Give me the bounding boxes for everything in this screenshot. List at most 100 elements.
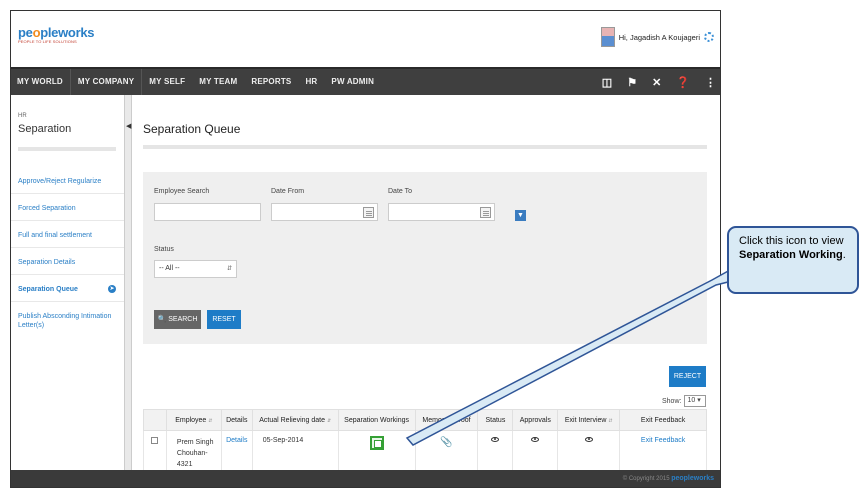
page-size-value: 10 [687,397,696,404]
col-approvals: Approvals [512,409,559,431]
sort-icon: ⇵ [208,417,213,424]
separation-workings-icon[interactable] [369,436,384,450]
sidebar-item-separation-queue[interactable]: Separation Queue [18,285,118,294]
nav-my-self[interactable]: MY SELF [142,69,192,95]
avatar[interactable] [600,27,615,47]
divider [11,301,125,302]
nav-my-world[interactable]: MY WORLD [11,69,70,95]
nav-pw-admin[interactable]: PW ADMIN [324,69,381,95]
nav-hr[interactable]: HR [298,69,324,95]
col-separation-workings: Separation Workings [337,409,416,431]
col-employee[interactable]: Employee ⇵ [165,409,222,431]
copyright-text: © Copyright 2015 [622,476,670,482]
filter-panel: Employee Search Date From Date To ▼ Stat… [143,172,707,344]
sidebar-collapse-handle[interactable]: ◀ [124,95,132,487]
col-status: Status [477,409,514,431]
nav-my-company[interactable]: MY COMPANY [71,69,141,95]
divider [11,274,125,275]
date-to-field[interactable] [388,203,495,221]
callout-text-bold: Separation Working [739,249,843,261]
callout-text-end: . [842,249,846,261]
callout-box: Click this icon to view Separation Worki… [727,226,859,294]
calendar-icon[interactable] [363,207,374,218]
gear-icon[interactable] [704,32,714,42]
top-header: peopleworks PEOPLE TO LIFE SOLUTIONS Hi,… [11,11,720,67]
nav-icons: ◫ ⚑ ✕ ❓ ⋮ [602,69,716,95]
user-area: Hi, Jagadish A Koujageri [600,27,714,47]
nav-reports[interactable]: REPORTS [244,69,298,95]
paperclip-icon[interactable]: 📎 [440,437,452,448]
date-from-label: Date From [271,188,305,195]
callout-text: Click this icon to view [739,235,844,247]
calendar-icon[interactable] [480,207,491,218]
status-select-value: -- All -- [159,265,180,272]
date-from-field[interactable] [271,203,378,221]
col-exit-interview-label: Exit Interview [564,416,607,424]
date-to-label: Date To [388,188,412,195]
page-title: Separation Queue [143,122,241,136]
col-memos-proof: Memos & Proof [414,409,479,431]
approvals-cell [512,430,559,475]
select-arrows-icon: ⇵ [226,266,232,272]
eye-icon[interactable] [531,437,540,442]
status-cell [477,430,514,475]
divider [18,147,116,151]
reject-button[interactable]: REJECT [669,366,706,387]
col-employee-label: Employee [175,416,207,424]
details-link[interactable]: Details [226,437,247,444]
main-content: Separation Queue Employee Search Date Fr… [132,95,720,487]
memos-proof-cell: 📎 [414,430,479,475]
sidebar-item-publish-absconding[interactable]: Publish Absconding Intimation Letter(s) [18,312,118,330]
employee-search-input[interactable] [154,203,261,221]
reset-button[interactable]: RESET [207,310,241,329]
logo-text-b: pleworks [40,25,95,40]
table-header-row: Employee ⇵ Details Actual Relieving date… [143,409,707,431]
footer-brand: peopleworks [671,475,714,482]
flag-icon[interactable]: ⚑ [627,76,637,89]
col-select [143,409,167,431]
search-button-label: SEARCH [168,316,198,323]
col-relieving-date-label: Actual Relieving date [259,416,325,424]
sidebar-item-separation-details[interactable]: Separation Details [18,258,118,267]
row-select-cell [143,430,167,475]
separation-queue-table: Employee ⇵ Details Actual Relieving date… [143,409,707,475]
col-relieving-date[interactable]: Actual Relieving date ⇵ [251,409,339,431]
filter-icon[interactable]: ▼ [515,210,526,221]
row-checkbox[interactable] [151,437,159,444]
share-icon[interactable]: ⋮ [705,76,716,89]
divider [11,193,125,194]
copyright: © Copyright 2015 peopleworks [623,475,714,482]
col-exit-interview[interactable]: Exit Interview ⇵ [557,409,621,431]
exit-feedback-link[interactable]: Exit Feedback [641,437,685,444]
divider [11,247,125,248]
page-size-control: Show: 10 ▾ [662,395,707,407]
divider [143,145,707,149]
sidebar-item-approve-reject-regularize[interactable]: Approve/Reject Regularize [18,177,118,186]
eye-icon[interactable] [584,437,593,442]
exit-feedback-cell: Exit Feedback [619,430,707,475]
sort-icon: ⇵ [608,417,613,424]
chevron-left-icon: ◀ [126,123,132,130]
peopleworks-logo[interactable]: peopleworks PEOPLE TO LIFE SOLUTIONS [18,25,96,49]
sidebar-item-forced-separation[interactable]: Forced Separation [18,204,118,213]
active-indicator-icon: ➤ [108,285,116,293]
sidebar-section: HR [18,113,27,119]
page-size-select[interactable]: 10 ▾ [684,395,707,407]
tools-icon[interactable]: ✕ [652,76,661,89]
sidebar: HR Separation Approve/Reject Regularize … [11,95,127,487]
sidebar-title: Separation [18,123,72,135]
exit-interview-cell [557,430,621,475]
book-icon[interactable]: ◫ [602,76,612,89]
search-button[interactable]: 🔍 SEARCH [154,310,201,329]
footer: © Copyright 2015 peopleworks [11,470,720,487]
status-select[interactable]: -- All -- ⇵ [154,260,237,278]
status-label: Status [154,246,174,253]
employee-search-label: Employee Search [154,188,210,195]
logo-text-a: pe [18,25,33,40]
sort-icon: ⇵ [326,417,332,424]
help-icon[interactable]: ❓ [676,76,690,89]
sidebar-item-full-final-settlement[interactable]: Full and final settlement [18,231,118,240]
eye-icon[interactable] [491,437,500,442]
details-cell: Details [220,430,253,475]
nav-my-team[interactable]: MY TEAM [192,69,244,95]
